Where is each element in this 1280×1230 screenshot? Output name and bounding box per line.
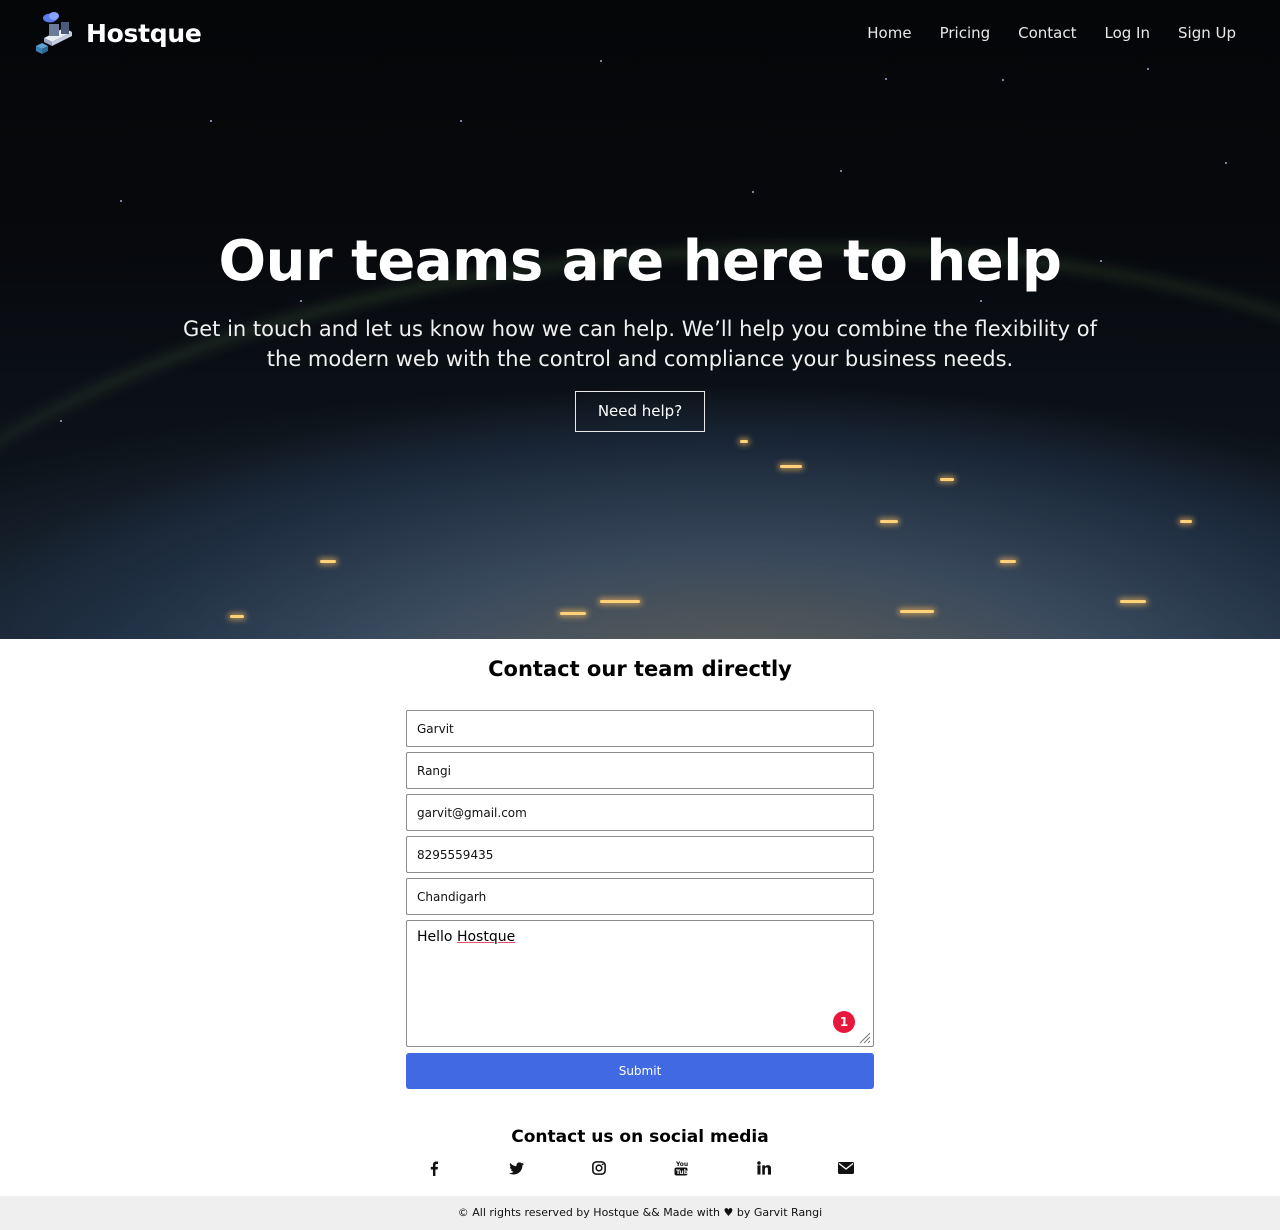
message-prefix: Hello xyxy=(417,929,457,945)
social-title: Contact us on social media xyxy=(511,1127,769,1147)
instagram-icon[interactable] xyxy=(590,1159,608,1177)
facebook-icon[interactable] xyxy=(425,1159,443,1177)
contact-form: Garvit Rangi garvit@gmail.com 8295559435… xyxy=(406,710,874,1089)
last-name-input[interactable]: Rangi xyxy=(406,752,874,789)
nav-links: Home Pricing Contact Log In Sign Up xyxy=(867,24,1236,42)
twitter-icon[interactable] xyxy=(507,1159,525,1177)
nav-signup-link[interactable]: Sign Up xyxy=(1178,24,1236,42)
extension-badge-icon[interactable]: 1 xyxy=(833,1011,855,1033)
brand-link[interactable]: Hostque xyxy=(34,10,202,56)
social-icons: YouTube xyxy=(425,1159,855,1177)
resize-grip-icon[interactable] xyxy=(859,1032,871,1044)
envelope-icon[interactable] xyxy=(837,1159,855,1177)
submit-button[interactable]: Submit xyxy=(406,1053,874,1089)
phone-input[interactable]: 8295559435 xyxy=(406,836,874,873)
message-text: Hello Hostque xyxy=(417,929,515,945)
nav-login-link[interactable]: Log In xyxy=(1105,24,1151,42)
linkedin-icon[interactable] xyxy=(755,1159,773,1177)
message-textarea[interactable]: Hello Hostque 1 xyxy=(406,920,874,1047)
top-navbar: Hostque Home Pricing Contact Log In Sign… xyxy=(0,0,1280,68)
email-input[interactable]: garvit@gmail.com xyxy=(406,794,874,831)
message-misspelled-word: Hostque xyxy=(456,929,516,945)
brand-name: Hostque xyxy=(86,18,202,48)
hero-subtitle: Get in touch and let us know how we can … xyxy=(182,317,1098,371)
svg-text:Tube: Tube xyxy=(676,1169,688,1176)
server-cloud-logo-icon xyxy=(34,10,80,56)
nav-contact-link[interactable]: Contact xyxy=(1018,24,1076,42)
contact-section: Contact our team directly Garvit Rangi g… xyxy=(0,657,1280,1177)
hero-title: Our teams are here to help xyxy=(218,229,1063,294)
nav-home-link[interactable]: Home xyxy=(867,24,911,42)
nav-pricing-link[interactable]: Pricing xyxy=(940,24,991,42)
svg-text:You: You xyxy=(675,1161,688,1168)
youtube-icon[interactable]: YouTube xyxy=(672,1159,690,1177)
hero-section: Hostque Home Pricing Contact Log In Sign… xyxy=(0,0,1280,639)
city-input[interactable]: Chandigarh xyxy=(406,878,874,915)
need-help-button[interactable]: Need help? xyxy=(574,391,706,432)
footer: © All rights reserved by Hostque && Made… xyxy=(0,1196,1280,1230)
first-name-input[interactable]: Garvit xyxy=(406,710,874,747)
footer-text: © All rights reserved by Hostque && Made… xyxy=(457,1206,823,1219)
hero-content: Our teams are here to help Get in touch … xyxy=(0,228,1280,432)
contact-title: Contact our team directly xyxy=(488,657,792,681)
